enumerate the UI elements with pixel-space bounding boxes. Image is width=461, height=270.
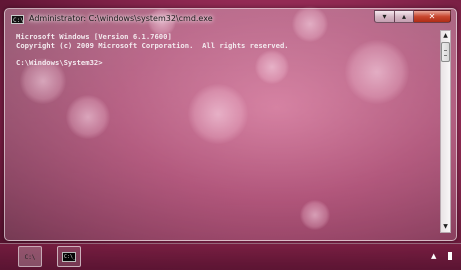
taskbar: C:\ C:\_ ▲ [0,243,461,270]
close-button[interactable]: ✕ [414,10,451,23]
show-desktop-icon[interactable] [448,252,452,260]
maximize-button[interactable]: ▴ [395,10,414,23]
minimize-button[interactable]: ▾ [374,10,395,23]
cmd-icon: C:\_ [62,252,77,262]
cmd-window[interactable]: C:\ Administrator: C:\windows\system32\c… [4,8,457,241]
console-area[interactable]: Microsoft Windows [Version 6.1.7600] Cop… [10,30,435,233]
vertical-scrollbar[interactable]: ▲ ▼ [440,30,451,233]
scrollbar-thumb[interactable] [441,42,450,62]
console-prompt[interactable]: C:\Windows\System32> [16,58,103,67]
console-line: Copyright (c) 2009 Microsoft Corporation… [16,41,289,50]
taskbar-item-explorer[interactable]: C:\ [18,246,42,267]
console-line: Microsoft Windows [Version 6.1.7600] [16,32,172,41]
taskbar-item-cmd[interactable]: C:\_ [57,246,81,267]
title-bar[interactable]: C:\ Administrator: C:\windows\system32\c… [5,9,456,31]
window-title: Administrator: C:\windows\system32\cmd.e… [29,14,213,23]
cmd-icon[interactable]: C:\ [11,15,24,24]
scroll-down-arrow-icon[interactable]: ▼ [441,222,450,232]
show-hidden-icons-icon[interactable]: ▲ [431,252,436,260]
scroll-up-arrow-icon[interactable]: ▲ [441,31,450,41]
caption-buttons: ▾ ▴ ✕ [374,10,451,23]
